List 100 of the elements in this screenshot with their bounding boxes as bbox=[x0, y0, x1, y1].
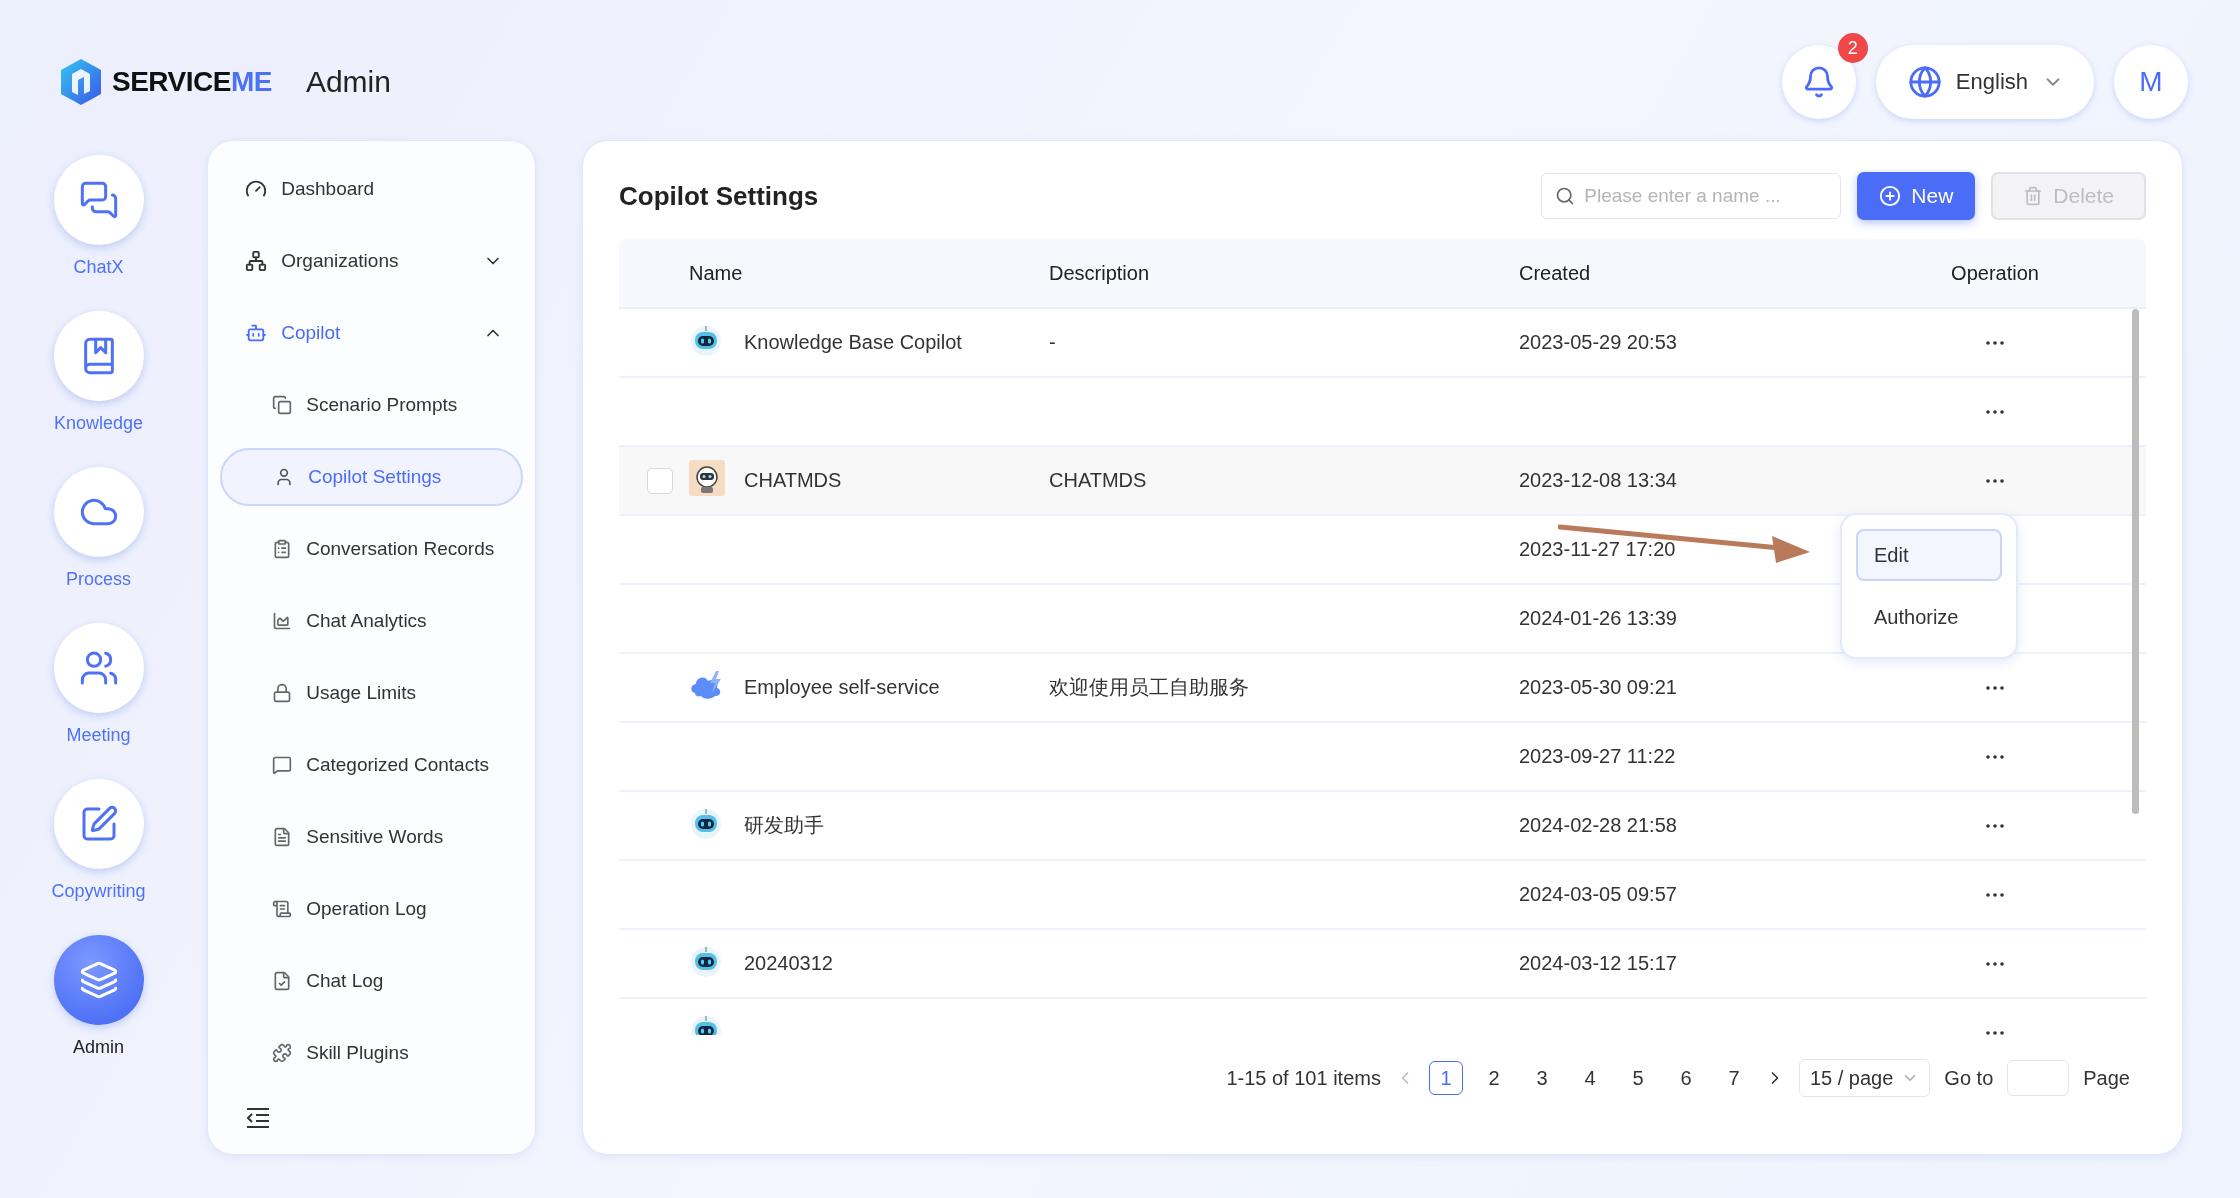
puzzle-icon bbox=[272, 1043, 293, 1063]
ellipsis-icon bbox=[1986, 478, 2004, 483]
column-header: Created bbox=[1519, 261, 1591, 285]
more-button[interactable] bbox=[1986, 685, 2004, 690]
nav-label: Conversation Records bbox=[306, 538, 496, 560]
more-button[interactable] bbox=[1986, 1030, 2004, 1035]
nav-label: Dashboard bbox=[281, 178, 376, 200]
nav-item[interactable]: Organizations bbox=[220, 225, 523, 297]
more-button[interactable] bbox=[1986, 754, 2004, 759]
nav-label: Categorized Contacts bbox=[306, 754, 490, 776]
layers-icon bbox=[78, 960, 119, 1000]
nav-label: Scenario Prompts bbox=[306, 394, 459, 416]
nav-item[interactable]: Chat Analytics bbox=[220, 585, 523, 657]
trash-icon bbox=[2023, 186, 2044, 206]
app-switch-button[interactable] bbox=[53, 623, 144, 713]
nav-label: Skill Plugins bbox=[306, 1042, 410, 1064]
more-button[interactable] bbox=[1986, 823, 2004, 828]
robot-avatar-icon bbox=[689, 460, 725, 496]
page-input[interactable] bbox=[2007, 1060, 2070, 1096]
new-button[interactable]: New bbox=[1857, 172, 1976, 220]
user-avatar[interactable]: M bbox=[2114, 45, 2188, 119]
more-button[interactable] bbox=[1986, 961, 2004, 966]
ellipsis-icon bbox=[1986, 340, 2004, 345]
clipboard-icon bbox=[272, 539, 293, 559]
page-title: Copilot Settings bbox=[619, 180, 820, 212]
nav-label: Organizations bbox=[281, 250, 400, 272]
table-cell: 2023-05-29 20:53 bbox=[1519, 331, 1677, 354]
search-field[interactable]: Please enter a name ... bbox=[1541, 173, 1842, 219]
logo-text: SERVICEME bbox=[112, 66, 272, 98]
app-switch-button[interactable] bbox=[53, 935, 144, 1025]
collapse-menu-icon[interactable] bbox=[245, 1107, 272, 1129]
more-button[interactable] bbox=[1986, 892, 2004, 897]
lock-icon bbox=[272, 683, 293, 703]
message-icon bbox=[272, 755, 293, 775]
language-select[interactable]: English bbox=[1875, 45, 2094, 119]
app-label: Meeting bbox=[66, 725, 131, 746]
table-cell: CHATMDS bbox=[1049, 469, 1147, 492]
nav-label: Copilot bbox=[281, 322, 342, 344]
nav-item[interactable]: Copilot bbox=[220, 297, 523, 369]
app-label: Knowledge bbox=[54, 413, 144, 434]
table-cell: 2023-09-27 11:22 bbox=[1519, 745, 1676, 768]
table-cell: 2024-03-12 15:17 bbox=[1519, 952, 1677, 975]
globe-icon bbox=[1907, 65, 1942, 99]
column-header: Name bbox=[689, 261, 743, 285]
table-cell: Knowledge Base Copilot bbox=[744, 331, 962, 354]
more-button[interactable] bbox=[1986, 478, 2004, 483]
ellipsis-icon bbox=[1986, 685, 2004, 690]
page-label: Page bbox=[2083, 1066, 2130, 1090]
app-label: ChatX bbox=[73, 257, 124, 278]
area-chart-icon bbox=[272, 611, 293, 631]
menu-item[interactable]: Edit bbox=[1856, 529, 2002, 581]
scrollbar[interactable] bbox=[2132, 309, 2139, 814]
nav-item[interactable]: Sensitive Words bbox=[220, 801, 523, 873]
nav-item[interactable]: Dashboard bbox=[220, 153, 523, 225]
ellipsis-icon bbox=[1986, 1030, 2004, 1035]
nav-item[interactable]: Copilot Settings bbox=[220, 448, 523, 506]
app-switch-button[interactable] bbox=[53, 155, 144, 245]
app-label: Process bbox=[66, 569, 132, 590]
ellipsis-icon bbox=[1986, 892, 2004, 897]
nav-item[interactable]: Categorized Contacts bbox=[220, 729, 523, 801]
nav-label: Operation Log bbox=[306, 898, 428, 920]
document-icon bbox=[272, 827, 293, 847]
goto-label: Go to bbox=[1944, 1066, 1994, 1090]
ellipsis-icon bbox=[1986, 754, 2004, 759]
ellipsis-icon bbox=[1986, 823, 2004, 828]
nav-item[interactable]: Usage Limits bbox=[220, 657, 523, 729]
nav-item[interactable]: Scenario Prompts bbox=[220, 369, 523, 441]
table-cell: 2024-03-05 09:57 bbox=[1519, 883, 1677, 906]
app-label: Admin bbox=[73, 1037, 125, 1058]
nav-label: Sensitive Words bbox=[306, 826, 445, 848]
table-cell: 2023-12-08 13:34 bbox=[1519, 469, 1677, 492]
robot-icon bbox=[245, 322, 268, 344]
more-button[interactable] bbox=[1986, 340, 2004, 345]
page-size-select[interactable]: 15 / page bbox=[1798, 1059, 1931, 1097]
app-switch-button[interactable] bbox=[53, 779, 144, 869]
column-header: Description bbox=[1049, 261, 1150, 285]
page-button[interactable]: 1 bbox=[1428, 1061, 1463, 1095]
nav-item[interactable]: Operation Log bbox=[220, 873, 523, 945]
nav-item[interactable]: Skill Plugins bbox=[220, 1017, 523, 1089]
notification-badge: 2 bbox=[1837, 33, 1868, 63]
table-cell: Employee self-service bbox=[744, 676, 940, 699]
app-switch-button[interactable] bbox=[53, 311, 144, 401]
nav-label: Copilot Settings bbox=[308, 466, 443, 488]
nav-item[interactable]: Chat Log bbox=[220, 945, 523, 1017]
pagination-summary: 1-15 of 101 items bbox=[1226, 1066, 1381, 1090]
row-checkbox[interactable] bbox=[647, 467, 673, 494]
hierarchy-icon bbox=[245, 250, 268, 272]
copy-icon bbox=[272, 395, 293, 415]
nav-label: Chat Log bbox=[306, 970, 385, 992]
ellipsis-icon bbox=[1986, 961, 2004, 966]
robot-avatar-icon bbox=[689, 944, 723, 978]
logo-icon bbox=[58, 57, 104, 107]
robot-avatar-icon bbox=[689, 806, 723, 840]
table-cell: 2024-01-26 13:39 bbox=[1519, 607, 1677, 630]
nav-item[interactable]: Conversation Records bbox=[220, 513, 523, 585]
app-switch-button[interactable] bbox=[53, 467, 144, 557]
more-button[interactable] bbox=[1986, 409, 2004, 414]
table-cell-text: 研发助手 bbox=[744, 813, 824, 838]
table-row[interactable]: CHATMDS CHATMDS 2023-12-08 13:34 bbox=[619, 447, 2146, 516]
search-icon bbox=[1555, 186, 1576, 206]
